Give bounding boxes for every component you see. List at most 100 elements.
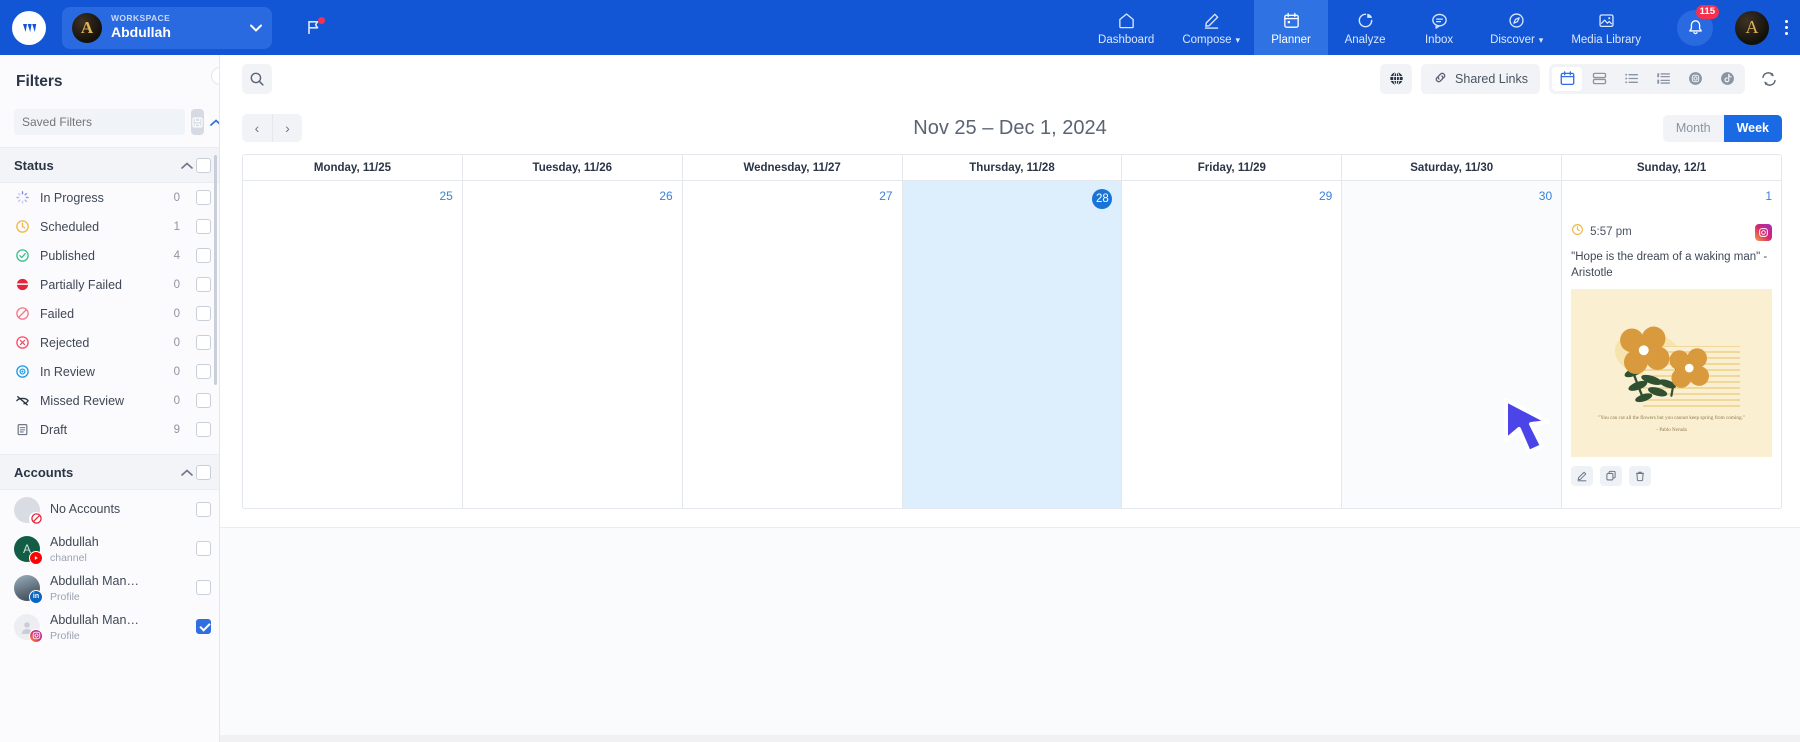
nav-label-inbox: Inbox bbox=[1424, 34, 1454, 46]
filter-checkbox[interactable] bbox=[196, 306, 211, 321]
filter-row-draft[interactable]: Draft 9 bbox=[0, 415, 219, 444]
nav-item-media-library[interactable]: Media Library bbox=[1557, 0, 1655, 55]
account-checkbox[interactable] bbox=[196, 619, 211, 634]
day-number: 1 bbox=[1765, 189, 1773, 203]
collapse-saved-filters-icon[interactable] bbox=[210, 115, 219, 130]
filter-row-in-review[interactable]: In Review 0 bbox=[0, 357, 219, 386]
filter-label: Scheduled bbox=[40, 219, 100, 234]
user-avatar[interactable]: A bbox=[1735, 10, 1769, 45]
next-week-button[interactable]: › bbox=[272, 114, 302, 142]
filter-checkbox[interactable] bbox=[196, 393, 211, 408]
date-navigation-bar: ‹ › Nov 25 – Dec 1, 2024 Month Week bbox=[220, 102, 1800, 154]
filter-label: Failed bbox=[40, 306, 75, 321]
nav-item-discover[interactable]: Discover ▾ bbox=[1476, 0, 1557, 55]
saved-filters-input[interactable] bbox=[14, 109, 185, 135]
week-view-button[interactable]: Week bbox=[1723, 114, 1782, 142]
content-footer-area bbox=[220, 527, 1800, 735]
calendar-day-friday[interactable]: 29 bbox=[1121, 181, 1341, 508]
calendar-day-wednesday[interactable]: 27 bbox=[681, 181, 902, 508]
day-number-today: 28 bbox=[1092, 189, 1113, 209]
account-type: Profile bbox=[50, 630, 80, 643]
post-header: 5:57 pm bbox=[1571, 223, 1773, 241]
edit-post-button[interactable] bbox=[1571, 466, 1594, 487]
calendar-day-monday[interactable]: 25 bbox=[243, 181, 462, 508]
globe-icon[interactable] bbox=[1380, 63, 1413, 94]
view-rows-button[interactable] bbox=[1584, 67, 1614, 91]
calendar-days-body: 25 26 27 28 29 30 1 5:57 pm "Hope is the… bbox=[243, 181, 1781, 508]
horizontal-scrollbar[interactable] bbox=[220, 735, 1800, 742]
month-view-button[interactable]: Month bbox=[1663, 115, 1724, 142]
filter-count: 0 bbox=[173, 307, 180, 320]
clock-icon bbox=[14, 218, 31, 235]
calendar-day-sunday[interactable]: 1 5:57 pm "Hope is the dream of a waking bbox=[1504, 181, 1781, 508]
filter-row-rejected[interactable]: Rejected 0 bbox=[0, 328, 219, 357]
flag-icon[interactable] bbox=[300, 15, 326, 41]
nav-item-planner[interactable]: Planner bbox=[1254, 0, 1329, 55]
filter-count: 4 bbox=[173, 249, 180, 262]
collapse-accounts-icon[interactable] bbox=[178, 465, 196, 480]
duplicate-post-button[interactable] bbox=[1600, 466, 1623, 487]
nav-item-inbox[interactable]: Inbox bbox=[1402, 0, 1476, 55]
account-checkbox[interactable] bbox=[196, 580, 211, 595]
filter-row-partially-failed[interactable]: Partially Failed 0 bbox=[0, 270, 219, 299]
workspace-name: Abdullah bbox=[111, 24, 171, 41]
account-type: channel bbox=[50, 552, 87, 565]
account-row-abdullah-linkedin[interactable]: in Abdullah Man… Profile bbox=[0, 568, 219, 607]
section-header-status[interactable]: Status bbox=[0, 147, 219, 183]
app-logo[interactable] bbox=[12, 10, 46, 45]
collapse-status-icon[interactable] bbox=[178, 158, 196, 173]
view-list-button[interactable] bbox=[1616, 67, 1646, 91]
nav-item-compose[interactable]: Compose ▾ bbox=[1168, 0, 1254, 55]
filter-checkbox[interactable] bbox=[196, 422, 211, 437]
eye-off-icon bbox=[14, 392, 31, 409]
check-circle-icon bbox=[14, 247, 31, 264]
filter-checkbox[interactable] bbox=[196, 248, 211, 263]
filter-row-failed[interactable]: Failed 0 bbox=[0, 299, 219, 328]
filter-checkbox[interactable] bbox=[196, 219, 211, 234]
view-tiktok-button[interactable] bbox=[1712, 67, 1742, 91]
filter-checkbox[interactable] bbox=[196, 364, 211, 379]
calendar-day-saturday[interactable]: 30 bbox=[1341, 181, 1562, 508]
view-feed-button[interactable] bbox=[1648, 67, 1678, 91]
account-row-abdullah-instagram[interactable]: Abdullah Man… Profile bbox=[0, 607, 219, 646]
view-instagram-button[interactable] bbox=[1680, 67, 1710, 91]
account-row-no-accounts[interactable]: No Accounts bbox=[0, 490, 219, 529]
post-image-preview[interactable]: "You can cut all the flowers but you can… bbox=[1571, 289, 1773, 458]
accounts-section-checkbox[interactable] bbox=[196, 464, 211, 480]
filter-checkbox[interactable] bbox=[196, 277, 211, 292]
calendar-day-thursday[interactable]: 28 bbox=[901, 181, 1122, 508]
calendar-day-tuesday[interactable]: 26 bbox=[461, 181, 682, 508]
delete-post-button[interactable] bbox=[1629, 466, 1652, 487]
notifications-button[interactable]: 115 bbox=[1677, 4, 1719, 46]
refresh-icon[interactable] bbox=[1756, 66, 1782, 92]
filter-row-in-progress[interactable]: In Progress 0 bbox=[0, 183, 219, 212]
workspace-switcher[interactable]: A WORKSPACE Abdullah bbox=[62, 6, 272, 49]
nav-item-analyze[interactable]: Analyze bbox=[1328, 0, 1402, 55]
view-calendar-button[interactable] bbox=[1552, 66, 1582, 91]
search-icon[interactable] bbox=[242, 63, 272, 94]
filter-row-published[interactable]: Published 4 bbox=[0, 241, 219, 270]
post-image-quote-block: "You can cut all the flowers but you can… bbox=[1595, 414, 1748, 435]
filter-checkbox[interactable] bbox=[196, 190, 211, 205]
sidebar-scrollbar[interactable] bbox=[214, 155, 217, 385]
nav-label-media-library: Media Library bbox=[1571, 34, 1641, 46]
filter-label: Draft bbox=[40, 422, 68, 437]
filter-row-missed-review[interactable]: Missed Review 0 bbox=[0, 386, 219, 415]
filter-count: 0 bbox=[173, 394, 180, 407]
filter-row-scheduled[interactable]: Scheduled 1 bbox=[0, 212, 219, 241]
save-filter-button[interactable] bbox=[191, 109, 204, 135]
account-checkbox[interactable] bbox=[196, 502, 211, 517]
status-section-checkbox[interactable] bbox=[196, 157, 211, 173]
eye-icon bbox=[14, 363, 31, 380]
shared-links-button[interactable]: Shared Links bbox=[1421, 63, 1540, 94]
account-name: Abdullah Man… bbox=[50, 612, 139, 627]
saved-filters-row bbox=[0, 107, 219, 137]
nav-item-dashboard[interactable]: Dashboard bbox=[1084, 0, 1168, 55]
more-options-icon[interactable] bbox=[1785, 20, 1788, 35]
previous-week-button[interactable]: ‹ bbox=[242, 114, 272, 142]
scheduled-post-card[interactable]: 5:57 pm "Hope is the dream of a waking m… bbox=[1504, 223, 1773, 487]
account-checkbox[interactable] bbox=[196, 541, 211, 556]
section-header-accounts[interactable]: Accounts bbox=[0, 454, 219, 490]
filter-checkbox[interactable] bbox=[196, 335, 211, 350]
account-row-abdullah-youtube[interactable]: A Abdullah channel bbox=[0, 529, 219, 568]
